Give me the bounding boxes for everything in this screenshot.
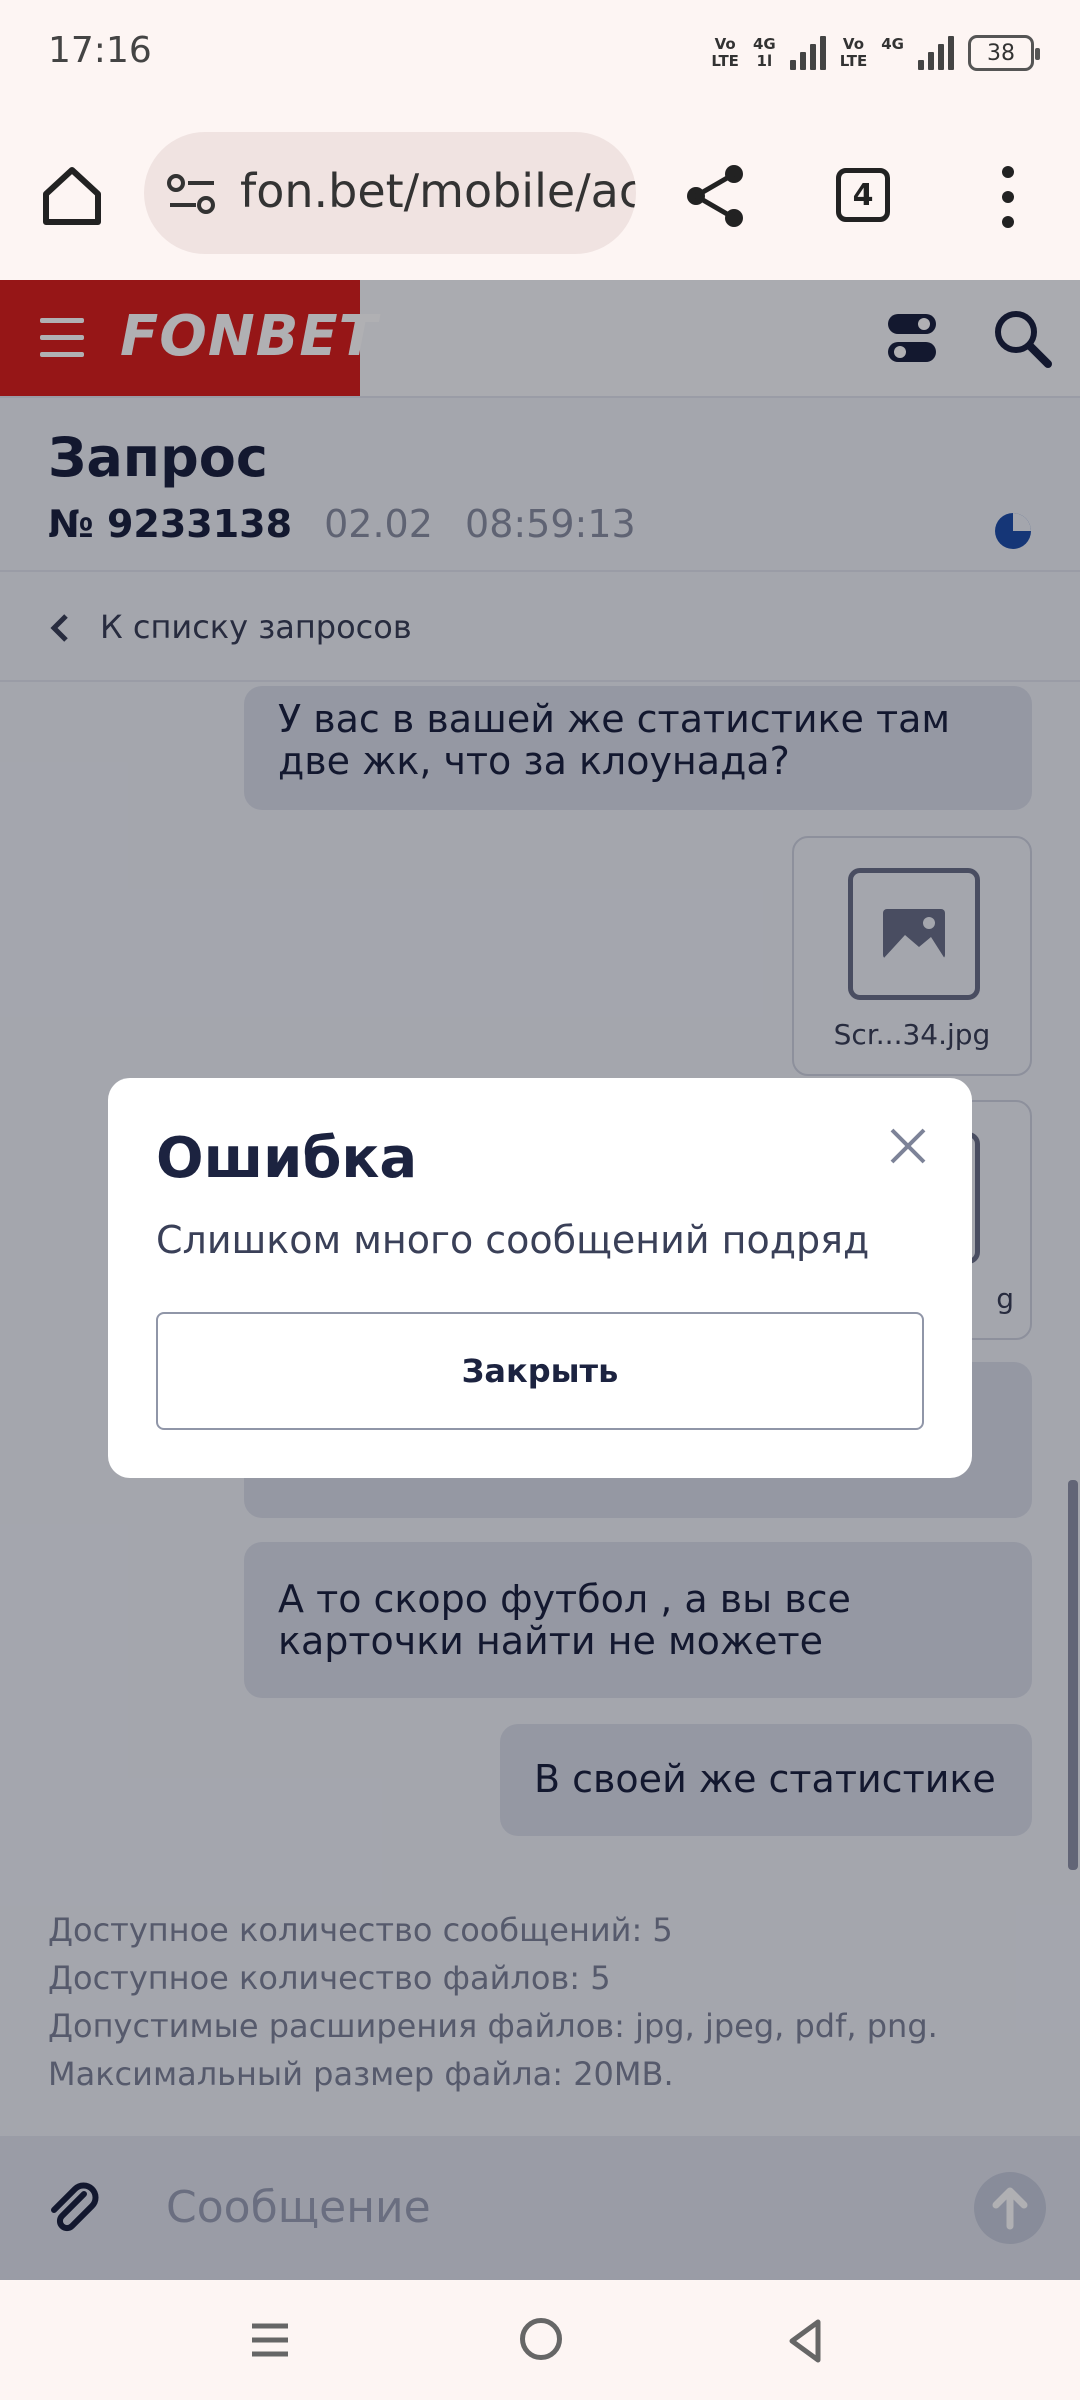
dialog-title: Ошибка (156, 1126, 418, 1191)
status-time: 17:16 (48, 30, 152, 71)
close-dialog-button[interactable]: Закрыть (156, 1312, 924, 1430)
browser-toolbar: fon.bet/mobile/account/requests 4 (0, 110, 1080, 280)
status-icons: Vo LTE 4G 1l Vo LTE 4G 38 (711, 30, 1040, 76)
recent-apps-icon[interactable] (248, 2318, 292, 2362)
battery-icon: 38 (968, 35, 1040, 71)
dialog-message: Слишком много сообщений подряд (156, 1218, 870, 1262)
share-icon[interactable] (680, 160, 752, 232)
error-dialog: Ошибка Слишком много сообщений подряд За… (108, 1078, 972, 1478)
network-4g-indicator: 4G 1l (752, 35, 776, 70)
close-icon[interactable] (886, 1124, 930, 1168)
back-nav-icon[interactable] (786, 2318, 824, 2364)
network-4g-indicator-2: 4G (881, 35, 904, 53)
signal-icon-2 (918, 36, 954, 70)
status-bar: 17:16 Vo LTE 4G 1l Vo LTE 4G 38 (0, 0, 1080, 110)
url-bar[interactable]: fon.bet/mobile/account/requests (144, 132, 636, 254)
home-nav-icon[interactable] (520, 2318, 562, 2360)
url-text: fon.bet/mobile/account/requests (240, 164, 636, 218)
system-nav-bar (0, 2280, 1080, 2400)
home-icon[interactable] (36, 160, 108, 232)
volte-indicator-2: Vo LTE (839, 35, 868, 70)
more-vert-icon[interactable] (990, 162, 1026, 232)
tabs-button[interactable]: 4 (836, 168, 890, 222)
volte-indicator: Vo LTE (711, 35, 739, 70)
signal-icon (789, 36, 826, 70)
site-settings-icon[interactable] (166, 174, 218, 214)
